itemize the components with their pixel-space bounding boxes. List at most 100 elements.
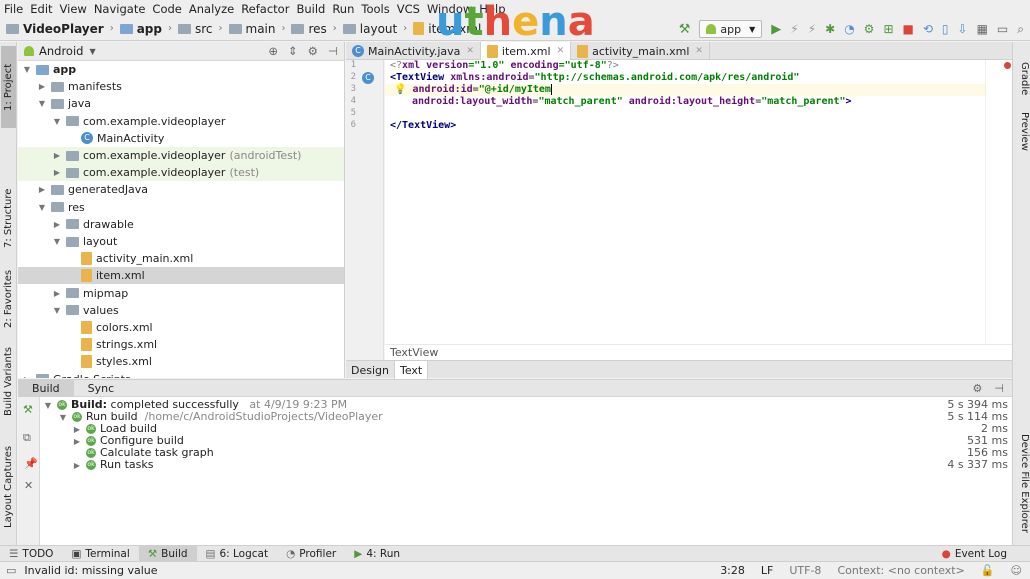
- close-icon[interactable]: ✕: [557, 46, 565, 56]
- tree-item[interactable]: item.xml: [18, 267, 344, 285]
- expand-arrow-icon[interactable]: ▶: [37, 185, 47, 194]
- device-icon[interactable]: ▭: [997, 22, 1008, 36]
- expand-arrow-icon[interactable]: ▼: [37, 203, 47, 212]
- breadcrumb-project[interactable]: VideoPlayer: [23, 22, 104, 36]
- hide-icon[interactable]: ⊣: [328, 44, 338, 58]
- tool-todo[interactable]: ☰ TODO: [0, 546, 62, 562]
- menu-file[interactable]: File: [4, 2, 23, 16]
- tree-item[interactable]: ▼ layout: [18, 233, 344, 250]
- tool-device-file-explorer[interactable]: Device File Explorer: [1015, 434, 1030, 533]
- tree-item[interactable]: ▶ generatedJava: [18, 181, 344, 198]
- hide-icon[interactable]: ⊣: [994, 382, 1004, 395]
- breadcrumb-main[interactable]: main: [246, 22, 276, 36]
- tree-item[interactable]: ▼ values: [18, 302, 344, 319]
- build-row[interactable]: ▼ ok Run build /home/c/AndroidStudioProjec…: [40, 411, 1012, 423]
- run-icon[interactable]: ▶: [771, 22, 781, 37]
- attach-debugger-icon[interactable]: ⚙: [864, 22, 875, 36]
- apply-changes-icon[interactable]: ⚡: [790, 22, 798, 36]
- tree-item[interactable]: ▼ com.example.videoplayer: [18, 113, 344, 130]
- gear-icon[interactable]: ⚙: [308, 44, 318, 58]
- avd-manager-icon[interactable]: ▯: [942, 22, 949, 36]
- line-separator[interactable]: LF: [753, 564, 781, 577]
- expand-arrow-icon[interactable]: ▼: [52, 117, 62, 126]
- editor-tab-item-xml[interactable]: item.xml ✕: [480, 42, 572, 60]
- tool-favorites[interactable]: 2: Favorites: [1, 264, 16, 334]
- search-icon[interactable]: ⌕: [1017, 22, 1024, 37]
- hammer-icon[interactable]: ⚒: [23, 403, 33, 416]
- tree-item[interactable]: styles.xml: [18, 353, 344, 370]
- hammer-icon[interactable]: ⚒: [679, 22, 691, 37]
- debug-icon[interactable]: ✱: [825, 22, 835, 36]
- editor-scrollbar[interactable]: [985, 60, 1012, 344]
- expand-arrow-icon[interactable]: ▶: [52, 168, 62, 177]
- tool-project[interactable]: 1: Project: [1, 46, 16, 128]
- close-icon[interactable]: ✕: [24, 479, 33, 492]
- tool-run[interactable]: ▶ 4: Run: [345, 546, 409, 562]
- menu-tools[interactable]: Tools: [361, 2, 389, 16]
- menu-edit[interactable]: Edit: [30, 2, 52, 16]
- lock-icon[interactable]: 🔓: [973, 564, 1003, 577]
- tool-build[interactable]: ⚒ Build: [138, 545, 197, 562]
- tree-item[interactable]: ▶ manifests: [18, 78, 344, 95]
- expand-arrow-icon[interactable]: ▶: [52, 151, 62, 160]
- tree-item[interactable]: ▼ app: [18, 61, 344, 78]
- tool-gradle[interactable]: Gradle: [1015, 62, 1030, 95]
- tree-item[interactable]: ▶ com.example.videoplayer (androidTest): [18, 147, 344, 164]
- menu-analyze[interactable]: Analyze: [189, 2, 234, 16]
- run-coverage-icon[interactable]: ⊞: [883, 22, 893, 36]
- inspector-icon[interactable]: ☺: [1003, 564, 1030, 577]
- menu-refactor[interactable]: Refactor: [241, 2, 289, 16]
- menu-run[interactable]: Run: [332, 2, 354, 16]
- expand-arrow-icon[interactable]: ▼: [22, 65, 32, 74]
- tab-sync[interactable]: Sync: [74, 379, 129, 397]
- layout-inspector-icon[interactable]: ▦: [977, 22, 988, 36]
- expand-arrow-icon[interactable]: ▶: [72, 460, 82, 472]
- menu-vcs[interactable]: VCS: [397, 2, 420, 16]
- toggle-view-icon[interactable]: ⧉: [23, 431, 31, 445]
- build-row[interactable]: ok Calculate task graph 156 ms: [40, 447, 1012, 459]
- editor-breadcrumb[interactable]: TextView: [385, 344, 1012, 360]
- gear-icon[interactable]: ⚙: [973, 382, 983, 395]
- sync-gradle-icon[interactable]: ⟲: [923, 22, 933, 36]
- expand-arrow-icon[interactable]: ▼: [52, 237, 62, 246]
- build-row[interactable]: ▶ ok Run tasks 4 s 337 ms: [40, 459, 1012, 471]
- pin-icon[interactable]: 📌: [24, 457, 38, 470]
- tool-logcat[interactable]: ▤ 6: Logcat: [197, 546, 278, 562]
- tree-item[interactable]: ▶ Gradle Scripts: [18, 371, 344, 378]
- code-editor[interactable]: <?xml version="1.0" encoding="utf-8"?> <…: [385, 60, 985, 346]
- class-gutter-icon[interactable]: C: [362, 72, 374, 84]
- file-encoding[interactable]: UTF-8: [781, 564, 829, 577]
- context-indicator[interactable]: Context: <no context>: [829, 564, 972, 577]
- breadcrumb-layout[interactable]: layout: [360, 22, 397, 36]
- error-indicator-icon[interactable]: [1004, 62, 1011, 69]
- stop-icon[interactable]: ■: [903, 22, 914, 36]
- expand-arrow-icon[interactable]: ▶: [52, 220, 62, 229]
- tree-item[interactable]: ▼ res: [18, 199, 344, 216]
- tree-item[interactable]: activity_main.xml: [18, 250, 344, 267]
- close-icon[interactable]: ✕: [466, 46, 474, 56]
- tab-design[interactable]: Design: [346, 361, 395, 379]
- menu-navigate[interactable]: Navigate: [94, 2, 146, 16]
- run-config-select[interactable]: app ▼: [699, 20, 763, 38]
- tool-layout-captures[interactable]: Layout Captures: [1, 442, 16, 532]
- breadcrumb-res[interactable]: res: [308, 22, 326, 36]
- editor-tab-mainactivity[interactable]: C MainActivity.java ✕: [346, 42, 481, 60]
- menu-view[interactable]: View: [60, 2, 87, 16]
- tab-build[interactable]: Build: [18, 379, 74, 397]
- tree-item[interactable]: strings.xml: [18, 336, 344, 353]
- expand-arrow-icon[interactable]: ▶: [22, 375, 32, 378]
- tool-terminal[interactable]: ▣ Terminal: [62, 546, 138, 562]
- status-icon[interactable]: ▭: [6, 564, 16, 577]
- tree-item[interactable]: ▶ mipmap: [18, 285, 344, 302]
- tool-structure[interactable]: 7: Structure: [1, 176, 16, 260]
- tool-build-variants[interactable]: Build Variants: [1, 347, 16, 417]
- tab-text[interactable]: Text: [394, 361, 429, 379]
- close-icon[interactable]: ✕: [695, 46, 703, 56]
- tool-event-log[interactable]: ● Event Log: [933, 546, 1016, 562]
- tool-profiler[interactable]: ◔ Profiler: [277, 546, 345, 562]
- tree-item[interactable]: ▼ java: [18, 95, 344, 112]
- expand-arrow-icon[interactable]: ▶: [37, 82, 47, 91]
- breadcrumb-module[interactable]: app: [137, 22, 162, 36]
- build-row[interactable]: ▶ ok Load build 2 ms: [40, 423, 1012, 435]
- tree-item[interactable]: ▶ drawable: [18, 216, 344, 233]
